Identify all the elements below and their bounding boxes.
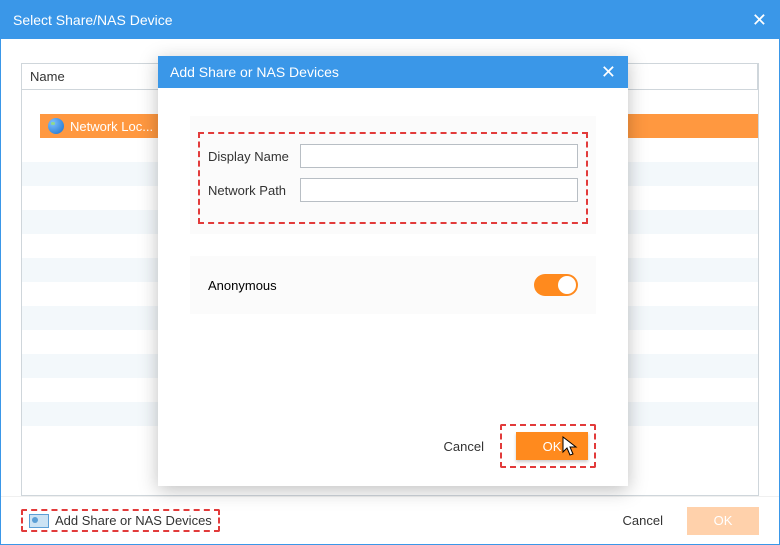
- anonymous-block: Anonymous: [190, 256, 596, 314]
- toggle-knob: [558, 276, 576, 294]
- list-item-label: Network Loc...: [70, 119, 153, 134]
- form-block: Display Name Network Path: [190, 116, 596, 234]
- inner-cancel-button[interactable]: Cancel: [428, 432, 500, 460]
- display-name-row: Display Name: [208, 144, 578, 168]
- add-share-link[interactable]: Add Share or NAS Devices: [29, 513, 212, 528]
- outer-footer: Add Share or NAS Devices Cancel OK: [1, 496, 779, 544]
- close-icon[interactable]: ✕: [752, 10, 767, 31]
- inner-title: Add Share or NAS Devices: [170, 64, 339, 80]
- outer-cancel-button[interactable]: Cancel: [607, 507, 679, 535]
- outer-ok-button[interactable]: OK: [687, 507, 759, 535]
- outer-titlebar: Select Share/NAS Device ✕: [1, 1, 779, 39]
- inner-titlebar: Add Share or NAS Devices ✕: [158, 56, 628, 88]
- display-name-label: Display Name: [208, 149, 300, 164]
- network-path-label: Network Path: [208, 183, 300, 198]
- inner-footer: Cancel OK: [420, 424, 596, 468]
- outer-title: Select Share/NAS Device: [13, 12, 173, 28]
- nas-device-icon: [29, 514, 49, 528]
- anonymous-toggle[interactable]: [534, 274, 578, 296]
- add-share-highlight: Add Share or NAS Devices: [21, 509, 220, 532]
- ok-highlight: OK: [500, 424, 596, 468]
- close-icon[interactable]: ✕: [601, 62, 616, 83]
- network-path-row: Network Path: [208, 178, 578, 202]
- add-share-label: Add Share or NAS Devices: [55, 513, 212, 528]
- display-name-input[interactable]: [300, 144, 578, 168]
- network-path-input[interactable]: [300, 178, 578, 202]
- inner-ok-button[interactable]: OK: [516, 432, 588, 460]
- add-share-dialog: Add Share or NAS Devices ✕ Display Name …: [158, 56, 628, 486]
- anonymous-label: Anonymous: [208, 278, 277, 293]
- inner-body: Display Name Network Path Anonymous: [158, 88, 628, 314]
- globe-icon: [48, 118, 64, 134]
